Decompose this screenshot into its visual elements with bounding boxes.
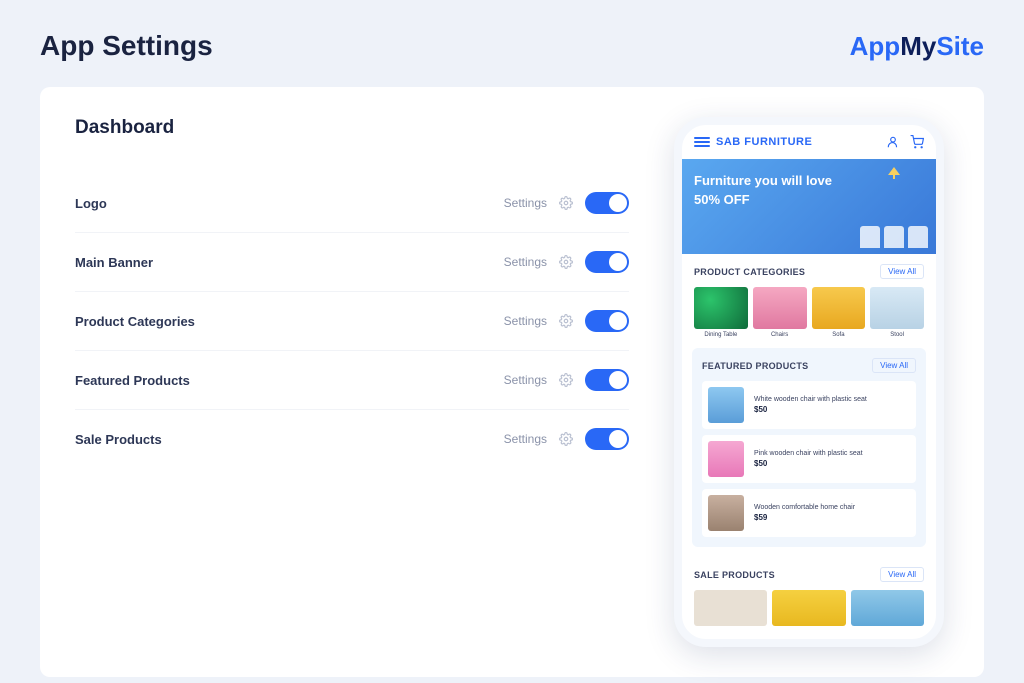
section-head: FEATURED PRODUCTS View All [702,358,916,373]
banner-chairs-illustration [860,226,928,248]
view-all-button: View All [880,567,924,582]
category-label: Chairs [753,332,807,338]
panel-title: Dashboard [75,117,629,139]
category-item: Stool [870,287,924,338]
product-price: $50 [754,405,910,414]
product-image [708,441,744,477]
category-image [694,287,748,329]
row-label: Featured Products [75,373,190,388]
category-image [870,287,924,329]
product-text: Wooden comfortable home chair $59 [754,504,910,522]
section-title: PRODUCT CATEGORIES [694,267,805,277]
section-head: PRODUCT CATEGORIES View All [694,264,924,279]
row-sale sa117-products: Sale Products Settings [75,410,629,468]
phone-preview-wrap: SAB FURNITURE Furniture you will love 50… [669,117,949,647]
app-bar-left: SAB FURNITURE [694,136,812,148]
row-controls: Settings [504,192,629,214]
brand-part-my: My [900,31,936,61]
settings-card: Dashboard Logo Settings Main Banner Sett… [40,87,984,677]
category-label: Sofa [812,332,866,338]
row-controls: Settings [504,369,629,391]
row-label: Logo [75,196,107,211]
page-title: App Settings [40,30,213,62]
toggle-sale-products[interactable] [585,428,629,450]
category-label: Dining Table [694,332,748,338]
featured-item: Wooden comfortable home chair $59 [702,489,916,537]
product-price: $50 [754,459,910,468]
featured-item: White wooden chair with plastic seat $50 [702,381,916,429]
section-title: SALE PRODUCTS [694,570,775,580]
preview-app-name: SAB FURNITURE [716,136,812,148]
product-name: Pink wooden chair with plastic seat [754,450,910,457]
settings-panel: Dashboard Logo Settings Main Banner Sett… [75,117,629,647]
preview-banner: Furniture you will love 50% OFF [682,159,936,254]
preview-app-bar: SAB FURNITURE [682,125,936,159]
view-all-button: View All [872,358,916,373]
phone-preview: SAB FURNITURE Furniture you will love 50… [674,117,944,647]
categories-grid: Dining Table Chairs Sofa Stool [694,287,924,338]
row-logo: Logo Settings [75,174,629,233]
row-controls: Settings [504,251,629,273]
featured-item: Pink wooden chair with plastic seat $50 [702,435,916,483]
row-featured-products: Featured Products Settings [75,351,629,410]
gear-icon[interactable] [559,432,573,446]
toggle-product-categories[interactable] [585,310,629,332]
category-label: Stool [870,332,924,338]
phone-screen: SAB FURNITURE Furniture you will love 50… [682,125,936,639]
product-text: Pink wooden chair with plastic seat $50 [754,450,910,468]
cart-icon [910,135,924,149]
toggle-main-banner[interactable] [585,251,629,273]
banner-sub: 50% OFF [694,192,924,207]
gear-icon[interactable] [559,314,573,328]
view-all-button: View All [880,264,924,279]
hamburger-icon [694,137,710,147]
category-image [753,287,807,329]
settings-link[interactable]: Settings [504,373,547,387]
preview-categories-section: PRODUCT CATEGORIES View All Dining Table… [682,254,936,348]
row-label: Product Categories [75,314,195,329]
product-price: $59 [754,513,910,522]
sale-item-image [694,590,767,626]
sale-item-image [772,590,845,626]
row-controls: Settings [504,428,629,450]
preview-sale-section: SALE PRODUCTS View All [682,557,936,636]
section-head: SALE PRODUCTS View All [694,567,924,582]
user-icon [886,135,900,149]
toggle-featured-products[interactable] [585,369,629,391]
product-text: White wooden chair with plastic seat $50 [754,396,910,414]
sale-item-image [851,590,924,626]
row-product-categories: Product Categories Settings [75,292,629,351]
category-item: Sofa [812,287,866,338]
gear-icon[interactable] [559,255,573,269]
page-header: App Settings AppMySite [40,30,984,62]
product-name: Wooden comfortable home chair [754,504,910,511]
toggle-logo[interactable] [585,192,629,214]
category-item: Dining Table [694,287,748,338]
preview-featured-section: FEATURED PRODUCTS View All White wooden … [692,348,926,547]
row-main-banner: Main Banner Settings [75,233,629,292]
row-label: Main Banner [75,255,153,270]
sale-grid [694,590,924,626]
settings-link[interactable]: Settings [504,432,547,446]
row-controls: Settings [504,310,629,332]
product-name: White wooden chair with plastic seat [754,396,910,403]
brand-part-site: Site [936,31,984,61]
category-item: Chairs [753,287,807,338]
settings-link[interactable]: Settings [504,314,547,328]
row-label: Sale Products [75,432,162,447]
settings-link[interactable]: Settings [504,196,547,210]
product-image [708,495,744,531]
brand-logo: AppMySite [850,31,984,62]
gear-icon[interactable] [559,196,573,210]
gear-icon[interactable] [559,373,573,387]
category-image [812,287,866,329]
product-image [708,387,744,423]
settings-link[interactable]: Settings [504,255,547,269]
lamp-icon [882,165,906,189]
app-bar-right [886,135,924,149]
brand-part-app: App [850,31,901,61]
section-title: FEATURED PRODUCTS [702,361,808,371]
